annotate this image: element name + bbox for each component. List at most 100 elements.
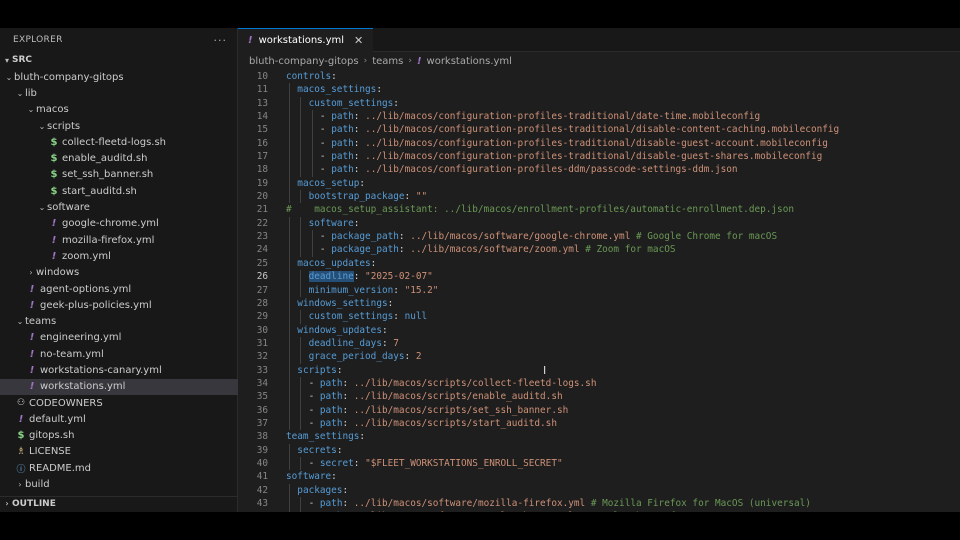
breadcrumb-item[interactable]: bluth-company-gitops <box>249 56 359 67</box>
tree-folder[interactable]: ⌄ scripts <box>0 118 238 134</box>
tree-file[interactable]: ! workstations-canary.yml <box>0 362 238 378</box>
indent-guide <box>289 83 290 97</box>
code-token: ../lib/macos/software/mozilla-firefox.ym… <box>353 498 586 509</box>
code-token: : <box>353 137 366 149</box>
indent-guide <box>289 176 290 191</box>
tree-folder[interactable]: ⌄ lib <box>0 85 238 101</box>
code-text: minimum_version: "15.2" <box>268 283 438 297</box>
close-icon[interactable]: ✕ <box>354 34 363 47</box>
line-number: 18 <box>256 164 268 176</box>
breadcrumb: bluth-company-gitops › teams › ! worksta… <box>238 52 960 70</box>
code-line: 17- path: ../lib/macos/configuration-pro… <box>238 150 960 164</box>
breadcrumb-item[interactable]: teams <box>372 56 403 67</box>
code-token: : <box>342 484 349 496</box>
tree-file[interactable]: ⓘ README.md <box>0 460 238 476</box>
code-token: path <box>319 417 343 429</box>
more-actions-icon[interactable]: ··· <box>214 34 228 47</box>
tree-item-label: agent-options.yml <box>40 283 132 295</box>
code-text: controls: <box>268 70 337 83</box>
chevron-down-icon: ⌄ <box>38 203 46 213</box>
chevron-down-icon: ⌄ <box>38 121 46 131</box>
indent-guide <box>300 216 302 231</box>
code-token: : <box>381 324 388 336</box>
tree-file[interactable]: ! default.yml <box>0 411 238 427</box>
tab-workstations-yml[interactable]: ! workstations.yml ✕ <box>238 28 374 52</box>
tree-folder[interactable]: › windows <box>0 265 238 281</box>
indent-guide <box>300 403 302 417</box>
code-token: packages <box>297 484 343 496</box>
yaml-file-icon: ! <box>18 413 24 425</box>
tree-item-label: build <box>25 479 50 491</box>
shell-file-icon: $ <box>50 136 58 148</box>
tree-file[interactable]: ! engineering.yml <box>0 330 238 346</box>
code-line: 13 custom_settings: <box>238 96 960 111</box>
indent-guide <box>300 150 302 164</box>
indent-guide <box>311 110 313 124</box>
code-token: macos_settings <box>297 84 377 96</box>
breadcrumb-item[interactable]: workstations.yml <box>427 56 512 67</box>
code-token: ../lib/macos/configuration-profiles-trad… <box>365 137 828 149</box>
tree-item-label: mozilla-firefox.yml <box>62 234 155 246</box>
code-line: 31 deadline_days: 7 <box>238 336 960 351</box>
tree-file[interactable]: ♗ LICENSE <box>0 444 238 460</box>
code-token: windows_updates <box>297 324 382 336</box>
explorer-sidebar: EXPLORER ··· ▾ SRC ⌄ bluth-company-gitops… <box>0 28 238 512</box>
code-token: ../lib/macos/scripts/enable_auditd.sh <box>353 391 563 403</box>
code-token: - <box>319 137 332 149</box>
tree-file[interactable]: ! no-team.yml <box>0 346 238 362</box>
code-token: ../lib/macos/software/zoom.yml <box>410 244 580 256</box>
code-text: windows_settings: <box>268 296 393 311</box>
code-token: macos_setup <box>297 177 360 189</box>
src-section-header[interactable]: ▾ SRC <box>0 52 237 68</box>
code-line: 20 bootstrap_package: "" <box>238 190 960 204</box>
tree-file[interactable]: $ gitops.sh <box>0 428 238 444</box>
code-line: 32 grace_period_days: 2 <box>238 350 960 364</box>
code-line: 39 secrets: <box>238 443 960 457</box>
tree-file[interactable]: ! workstations.yml <box>0 378 238 395</box>
shell-file-icon: $ <box>17 430 25 442</box>
indent-guide <box>289 497 290 511</box>
tree-file[interactable]: ! zoom.yml <box>0 248 238 264</box>
tree-folder[interactable]: ⌄ macos <box>0 102 238 118</box>
chevron-down-icon: ⌄ <box>5 72 13 82</box>
tree-file[interactable]: ⚇ CODEOWNERS <box>0 395 238 411</box>
indent-guide <box>289 216 290 231</box>
tree-file[interactable]: ! google-chrome.yml <box>0 216 238 232</box>
tree-folder[interactable]: ⌄ teams <box>0 313 238 329</box>
tree-folder[interactable]: ⌄ software <box>0 199 238 215</box>
tree-file[interactable]: $ set_ssh_banner.sh <box>0 167 238 183</box>
code-line: 24- package_path: ../lib/macos/software/… <box>238 243 960 257</box>
tree-file[interactable]: ! geek-plus-policies.yml <box>0 297 238 313</box>
indent-guide <box>311 150 313 164</box>
code-text: - package_path: ../lib/macos/software/go… <box>268 230 777 244</box>
tree-file[interactable]: $ start_auditd.sh <box>0 183 238 199</box>
indent-guide <box>311 123 313 137</box>
indent-guide <box>300 350 302 364</box>
outline-section-header[interactable]: › OUTLINE <box>0 496 238 510</box>
line-number: 38 <box>256 431 268 443</box>
code-line: 30 windows_updates: <box>238 323 960 337</box>
vscode-window: EXPLORER ··· ▾ SRC ⌄ bluth-company-gitops… <box>0 28 960 512</box>
tree-folder[interactable]: › build <box>0 476 238 492</box>
code-token: : <box>331 71 337 82</box>
code-text: grace_period_days: 2 <box>268 350 422 364</box>
code-text: - path: ../lib/macos/software/mozilla-fi… <box>268 497 811 511</box>
code-token: windows_settings <box>297 297 388 309</box>
indent-guide <box>300 390 302 404</box>
tree-file[interactable]: $ enable_auditd.sh <box>0 150 238 166</box>
tree-file[interactable]: $ collect-fleetd-logs.sh <box>0 134 238 150</box>
indent-guide <box>289 96 290 111</box>
code-text: - path: ../lib/macos/configuration-profi… <box>268 163 738 177</box>
code-editor[interactable]: 10 controls: 11 macos_settings: 13 custom_set… <box>238 70 960 512</box>
tree-file[interactable]: ! agent-options.yml <box>0 281 238 297</box>
code-token: ../lib/macos/scripts/start_auditd.sh <box>353 417 557 429</box>
indent-guide <box>289 390 290 404</box>
indent-guide <box>289 363 290 377</box>
tree-file[interactable]: ! mozilla-firefox.yml <box>0 232 238 248</box>
tree-folder[interactable]: ⌄ bluth-company-gitops <box>0 69 238 85</box>
code-text: # macos_setup_assistant: ../lib/macos/en… <box>268 203 794 216</box>
yaml-file-icon: ! <box>29 364 35 376</box>
line-number: 23 <box>256 231 268 243</box>
line-number: 16 <box>256 137 268 149</box>
code-token: path <box>331 137 354 149</box>
